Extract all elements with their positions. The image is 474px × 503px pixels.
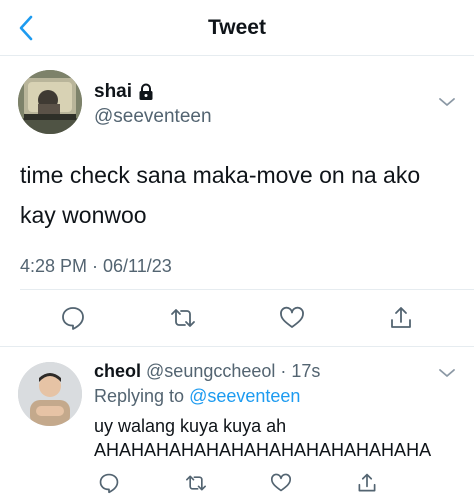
main-tweet: shai @seeventeen time check sana maka-mo… xyxy=(0,57,474,347)
more-options-button[interactable] xyxy=(438,95,456,107)
avatar[interactable] xyxy=(18,70,82,134)
reply-retweet-button[interactable] xyxy=(181,470,211,496)
header-bar: Tweet xyxy=(0,0,474,56)
retweet-button[interactable] xyxy=(168,303,198,333)
replying-to: Replying to @seeventeen xyxy=(94,386,300,407)
page-title: Tweet xyxy=(208,16,266,39)
author-handle[interactable]: @seeventeen xyxy=(94,106,212,128)
reply-text: uy walang kuya kuya ah AHAHAHAHAHAHAHAHA… xyxy=(94,416,432,460)
lock-icon xyxy=(138,83,154,101)
reply-avatar[interactable] xyxy=(18,362,82,426)
reply-icon xyxy=(62,307,84,330)
tweet-actions xyxy=(0,303,474,333)
share-icon xyxy=(358,473,376,492)
replying-to-link[interactable]: @seeventeen xyxy=(189,386,300,406)
reply-tweet: cheol @seungccheeol · 17s Replying to @s… xyxy=(0,348,474,503)
reply-icon xyxy=(99,473,119,494)
heart-icon xyxy=(270,473,292,492)
replying-prefix: Replying to xyxy=(94,386,190,406)
chevron-down-icon xyxy=(439,369,455,377)
display-name[interactable]: shai xyxy=(94,81,132,103)
reply-more-options-button[interactable] xyxy=(438,366,456,378)
tweet-timestamp[interactable]: 4:28 PM · 06/11/23 xyxy=(20,256,172,277)
reply-time[interactable]: 17s xyxy=(291,361,320,381)
share-button[interactable] xyxy=(386,303,416,333)
reply-reply-button[interactable] xyxy=(94,470,124,496)
tweet-text: time check sana maka-move on na ako kay … xyxy=(20,162,421,228)
reply-header: cheol @seungccheeol · 17s xyxy=(94,361,320,382)
reply-display-name[interactable]: cheol xyxy=(94,361,141,381)
reply-like-button[interactable] xyxy=(266,470,296,496)
retweet-icon xyxy=(171,309,195,327)
share-icon xyxy=(391,307,411,328)
avatar-image xyxy=(18,362,82,426)
chevron-down-icon xyxy=(439,98,455,106)
reply-handle[interactable]: @seungccheeol xyxy=(146,361,275,381)
divider xyxy=(20,289,474,290)
heart-icon xyxy=(280,306,304,328)
retweet-icon xyxy=(186,475,207,491)
reply-actions xyxy=(0,470,474,496)
like-button[interactable] xyxy=(277,303,307,333)
author-name-row: shai xyxy=(94,81,154,103)
reply-share-button[interactable] xyxy=(352,470,382,496)
separator-dot: · xyxy=(275,361,292,381)
reply-button[interactable] xyxy=(58,303,88,333)
avatar-image xyxy=(18,70,82,134)
